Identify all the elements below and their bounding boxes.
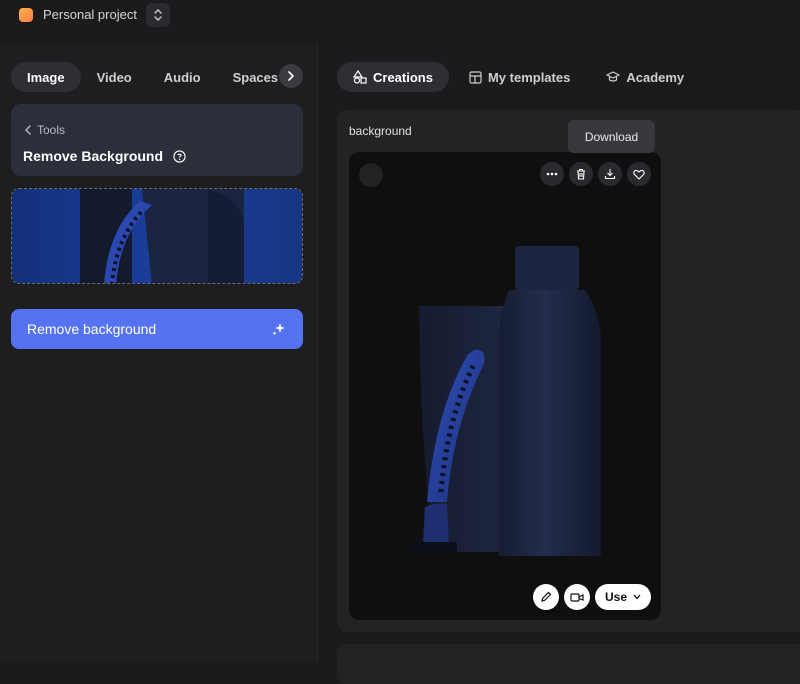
- tabs-next-button[interactable]: [279, 64, 303, 88]
- chevron-updown-icon: [154, 9, 162, 21]
- download-button[interactable]: [598, 162, 622, 186]
- breadcrumb-back[interactable]: Tools: [25, 123, 65, 137]
- help-icon[interactable]: [173, 149, 186, 163]
- remove-background-label: Remove background: [27, 321, 157, 337]
- chevron-right-icon: [288, 71, 295, 81]
- card-actions: [540, 162, 651, 186]
- tab-academy[interactable]: Academy: [590, 62, 700, 92]
- creation-group-title: background: [349, 124, 412, 138]
- download-tooltip: Download: [568, 120, 655, 153]
- product-image: [411, 246, 601, 556]
- edit-button[interactable]: [532, 584, 559, 610]
- graduation-cap-icon: [606, 71, 621, 82]
- tool-title: Remove Background: [23, 148, 186, 164]
- tab-my-templates[interactable]: My templates: [453, 62, 586, 92]
- uploaded-image-preview[interactable]: [11, 188, 303, 284]
- heart-icon: [633, 169, 645, 180]
- tool-title-text: Remove Background: [23, 148, 164, 164]
- trash-icon: [577, 168, 585, 180]
- creation-group: background Use: [337, 110, 800, 632]
- remove-background-button[interactable]: Remove background: [11, 309, 303, 349]
- tab-academy-label: Academy: [626, 69, 685, 85]
- use-dropdown-button[interactable]: Use: [594, 584, 651, 610]
- main-area: Creations My templates Academy backgroun…: [318, 44, 800, 684]
- main-tabs: Creations My templates Academy: [337, 62, 700, 92]
- chevron-left-icon: [25, 125, 31, 135]
- project-name[interactable]: Personal project: [43, 7, 137, 22]
- make-video-button[interactable]: [563, 584, 590, 610]
- pencil-icon: [541, 591, 552, 602]
- breadcrumb-label: Tools: [37, 123, 66, 137]
- card-bottom-actions: Use: [532, 584, 651, 610]
- use-label: Use: [604, 590, 627, 604]
- sidebar-tabs: Image Video Audio Spaces: [11, 62, 294, 92]
- tab-audio[interactable]: Audio: [148, 62, 217, 92]
- tab-video[interactable]: Video: [81, 62, 148, 92]
- download-icon: [604, 169, 616, 180]
- template-icon: [469, 70, 482, 84]
- product-thumbnail: [12, 189, 302, 283]
- delete-button[interactable]: [569, 162, 593, 186]
- video-camera-icon: [570, 593, 584, 602]
- chevron-down-icon: [633, 594, 641, 600]
- sparkle-icon: [272, 323, 285, 336]
- favorite-button[interactable]: [627, 162, 651, 186]
- select-checkbox[interactable]: [359, 163, 383, 187]
- project-icon: [19, 8, 33, 22]
- project-switcher-button[interactable]: [146, 3, 170, 27]
- tab-creations-label: Creations: [373, 69, 433, 85]
- shapes-icon: [353, 70, 367, 84]
- tab-my-templates-label: My templates: [487, 69, 571, 85]
- more-button[interactable]: [540, 162, 564, 186]
- creation-card[interactable]: Use: [349, 152, 661, 620]
- top-bar: Personal project: [0, 0, 800, 44]
- more-icon: [546, 172, 558, 176]
- next-creation-group: [337, 644, 800, 684]
- tool-card: Tools Remove Background: [11, 104, 303, 176]
- sidebar: Image Video Audio Spaces Tools Remove Ba…: [0, 44, 318, 662]
- tab-creations[interactable]: Creations: [337, 62, 449, 92]
- tab-image[interactable]: Image: [11, 62, 81, 92]
